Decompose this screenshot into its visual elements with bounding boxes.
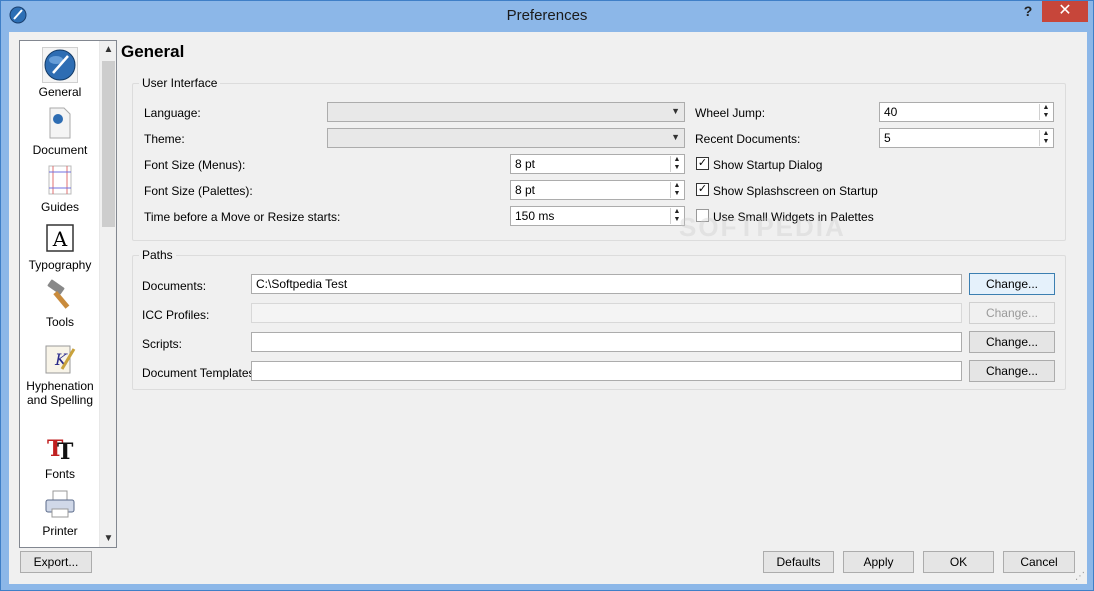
show-startup-dialog-checkbox[interactable]: ✓ <box>696 157 709 170</box>
apply-button[interactable]: Apply <box>843 551 914 573</box>
icc-profiles-label: ICC Profiles: <box>142 308 210 322</box>
font-size-palettes-label: Font Size (Palettes): <box>144 184 253 198</box>
user-interface-group: User Interface Language: ▼ Theme: ▼ Font… <box>132 76 1066 241</box>
title-bar: Preferences ? ✕ <box>1 1 1093 32</box>
move-resize-time-value: 150 ms <box>515 209 555 223</box>
sidebar-item-general[interactable]: General <box>20 47 100 99</box>
spin-up-icon[interactable]: ▲ <box>671 156 683 164</box>
theme-label: Theme: <box>144 132 185 146</box>
checkmark-icon: ✓ <box>697 157 708 169</box>
group-title: User Interface <box>139 76 221 90</box>
group-title: Paths <box>139 248 176 262</box>
sidebar-item-printer[interactable]: Printer <box>20 486 100 538</box>
spin-up-icon[interactable]: ▲ <box>1040 104 1052 112</box>
wheel-jump-spinbox[interactable]: 40 ▲ ▼ <box>879 102 1054 122</box>
window-title: Preferences <box>506 7 588 24</box>
scripts-path-label: Scripts: <box>142 337 183 351</box>
fonts-icon: T T <box>47 436 74 462</box>
spin-up-icon[interactable]: ▲ <box>671 182 683 190</box>
sidebar-item-label: General <box>38 85 82 99</box>
sidebar-item-label: Typography <box>28 258 92 272</box>
dialog-body: General Document Guides A Typography Too… <box>9 32 1087 584</box>
defaults-button[interactable]: Defaults <box>763 551 834 573</box>
sidebar-item-tools[interactable]: Tools <box>20 277 100 329</box>
sidebar-item-label: Hyphenation and Spelling <box>26 379 94 407</box>
printer-icon <box>45 490 75 518</box>
checkmark-icon: ✓ <box>697 183 708 195</box>
svg-text:A: A <box>52 227 68 251</box>
show-splashscreen-label[interactable]: Show Splashscreen on Startup <box>713 184 878 198</box>
export-button[interactable]: Export... <box>20 551 92 573</box>
icc-profiles-input <box>251 303 962 323</box>
recent-documents-value: 5 <box>884 131 891 145</box>
category-list[interactable]: General Document Guides A Typography Too… <box>19 40 117 548</box>
svg-text:T: T <box>57 439 74 462</box>
document-icon <box>49 107 71 139</box>
documents-path-input[interactable]: C:\Softpedia Test <box>251 274 962 294</box>
spin-down-icon[interactable]: ▼ <box>671 164 683 172</box>
sidebar-item-fonts[interactable]: T T Fonts <box>20 429 100 481</box>
chevron-down-icon: ▼ <box>671 106 680 116</box>
sidebar-item-label: Tools <box>45 315 74 329</box>
scripts-path-input[interactable] <box>251 332 962 352</box>
resize-grip-icon[interactable]: ⋰ <box>1075 571 1085 582</box>
move-resize-time-spinbox[interactable]: 150 ms ▲ ▼ <box>510 206 685 226</box>
hammer-icon <box>47 279 70 309</box>
sidebar-item-label: Printer <box>42 524 78 538</box>
change-scripts-button[interactable]: Change... <box>969 331 1055 353</box>
sidebar-item-guides[interactable]: Guides <box>20 162 100 214</box>
font-size-menus-value: 8 pt <box>515 157 536 171</box>
svg-text:K: K <box>54 350 68 369</box>
sidebar-item-typography[interactable]: A Typography <box>20 220 100 272</box>
spin-down-icon[interactable]: ▼ <box>1040 112 1052 120</box>
guides-icon <box>48 165 72 195</box>
help-button[interactable]: ? <box>1017 3 1039 23</box>
documents-path-label: Documents: <box>142 279 207 293</box>
scroll-up-icon[interactable]: ▲ <box>100 41 116 58</box>
change-documents-button[interactable]: Change... <box>969 273 1055 295</box>
preferences-window: Preferences ? ✕ General Document Guides … <box>0 0 1094 591</box>
scribus-logo-icon <box>44 49 76 81</box>
recent-documents-label: Recent Documents: <box>695 132 801 146</box>
scroll-down-icon[interactable]: ▼ <box>100 530 116 547</box>
paths-group: Paths Documents: C:\Softpedia Test Chang… <box>132 248 1066 390</box>
change-templates-button[interactable]: Change... <box>969 360 1055 382</box>
sidebar-item-label: Document <box>32 143 88 157</box>
recent-documents-spinbox[interactable]: 5 ▲ ▼ <box>879 128 1054 148</box>
scroll-thumb[interactable] <box>102 61 115 227</box>
typography-icon: A <box>46 224 74 252</box>
theme-select[interactable]: ▼ <box>327 128 685 148</box>
font-size-palettes-value: 8 pt <box>515 183 536 197</box>
language-label: Language: <box>144 106 201 120</box>
close-button[interactable]: ✕ <box>1042 1 1088 22</box>
font-size-palettes-spinbox[interactable]: 8 pt ▲ ▼ <box>510 180 685 200</box>
show-splashscreen-checkbox[interactable]: ✓ <box>696 183 709 196</box>
change-icc-profiles-button: Change... <box>969 302 1055 324</box>
sidebar-item-hyphenation[interactable]: K Hyphenation and Spelling <box>20 341 100 407</box>
document-templates-input[interactable] <box>251 361 962 381</box>
chevron-down-icon: ▼ <box>671 132 680 142</box>
cancel-button[interactable]: Cancel <box>1003 551 1075 573</box>
spin-down-icon[interactable]: ▼ <box>671 190 683 198</box>
document-templates-label: Document Templates: <box>142 366 258 380</box>
spin-up-icon[interactable]: ▲ <box>1040 130 1052 138</box>
font-size-menus-label: Font Size (Menus): <box>144 158 246 172</box>
language-select[interactable]: ▼ <box>327 102 685 122</box>
font-size-menus-spinbox[interactable]: 8 pt ▲ ▼ <box>510 154 685 174</box>
sidebar-item-label: Guides <box>40 200 80 214</box>
move-resize-time-label: Time before a Move or Resize starts: <box>144 210 341 224</box>
page-title: General <box>121 42 185 61</box>
show-startup-dialog-label[interactable]: Show Startup Dialog <box>713 158 822 172</box>
wheel-jump-label: Wheel Jump: <box>695 106 766 120</box>
ok-button[interactable]: OK <box>923 551 994 573</box>
sidebar-item-label: Fonts <box>44 467 75 481</box>
hyphenation-icon: K <box>45 345 76 374</box>
sidebar-scrollbar[interactable]: ▲ ▼ <box>99 41 116 547</box>
spin-down-icon[interactable]: ▼ <box>1040 138 1052 146</box>
watermark-logo: SOFTPEDIA <box>679 212 846 242</box>
wheel-jump-value: 40 <box>884 105 898 119</box>
sidebar-item-document[interactable]: Document <box>20 105 100 157</box>
